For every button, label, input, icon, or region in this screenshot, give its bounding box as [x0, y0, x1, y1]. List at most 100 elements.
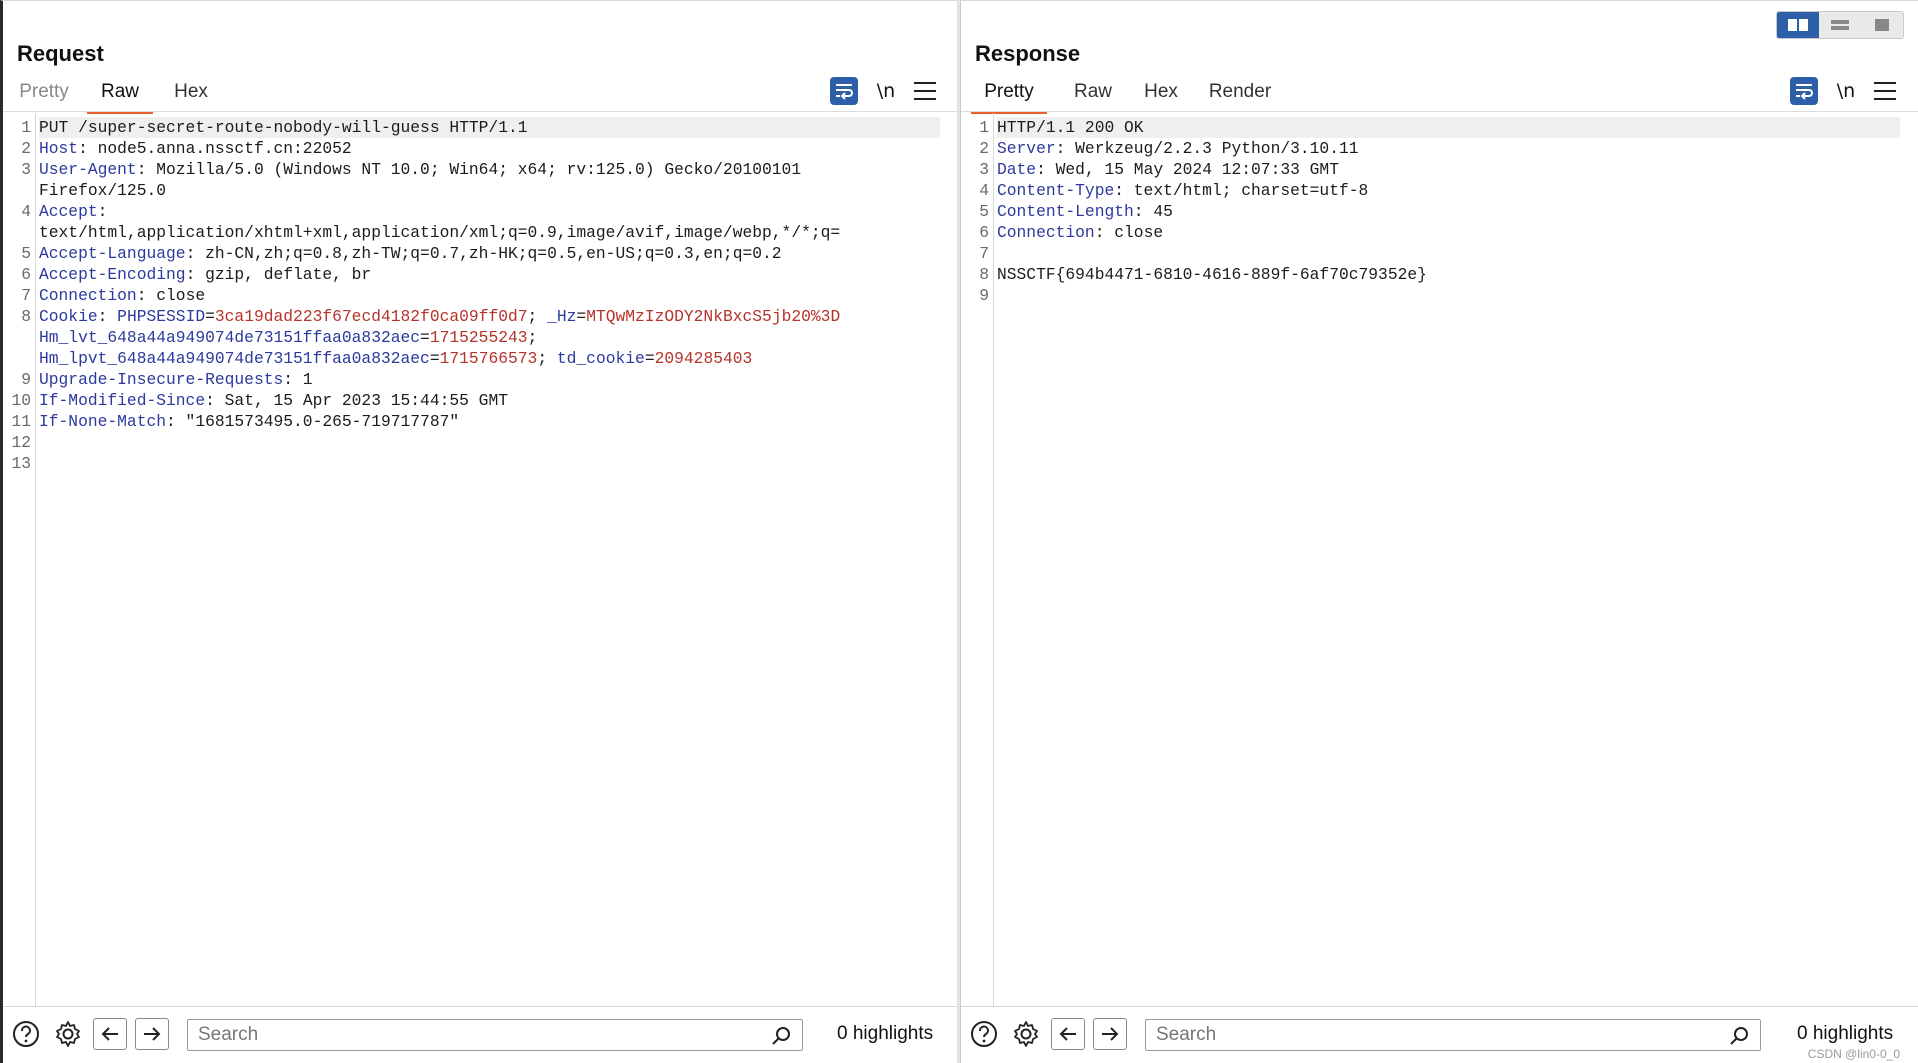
request-tab-pretty[interactable]: Pretty [13, 77, 75, 111]
hamburger-menu-icon[interactable] [914, 82, 936, 100]
line-number [3, 348, 39, 369]
line-number: 13 [11, 454, 31, 473]
help-icon[interactable] [11, 1019, 41, 1049]
code-line: 1 PUT /super-secret-route-nobody-will-gue… [3, 117, 940, 138]
request-search-bar: 0 highlights [3, 1006, 958, 1063]
code-line: Hm_lpvt_648a44a949074de73151ffaa0a832aec… [3, 348, 940, 369]
request-lines: 1 PUT /super-secret-route-nobody-will-gue… [3, 117, 940, 474]
header-name: PHPSESSID [117, 307, 206, 326]
line-text: If-Modified-Since: Sat, 15 Apr 2023 15:4… [39, 390, 940, 411]
text-segment: : text/html; charset=utf-8 [1114, 181, 1369, 200]
help-icon[interactable] [969, 1019, 999, 1049]
request-title: Request [17, 41, 104, 66]
newline-icon[interactable]: \n [1832, 80, 1860, 102]
response-tab-raw[interactable]: Raw [1069, 77, 1117, 111]
text-segment: : 1 [283, 370, 313, 389]
arrow-right-icon[interactable] [135, 1018, 169, 1050]
request-tab-raw[interactable]: Raw [87, 77, 153, 114]
line-number: 8 [979, 265, 989, 284]
line-text: Connection: close [39, 285, 940, 306]
header-name: Content-Type [997, 181, 1115, 200]
header-name: If-Modified-Since [39, 391, 206, 410]
text-segment: : Mozilla/5.0 (Windows NT 10.0; Win64; x… [136, 160, 802, 179]
line-text: NSSCTF{694b4471-6810-4616-889f-6af70c793… [997, 264, 1900, 285]
cookie-value: 2094285403 [654, 349, 753, 368]
line-number: 1 [979, 118, 989, 137]
line-text: Cookie: PHPSESSID=3ca19dad223f67ecd4182f… [39, 306, 940, 327]
gear-icon[interactable] [1011, 1019, 1041, 1049]
request-search-field[interactable] [187, 1019, 803, 1051]
code-line: 6 Accept-Encoding: gzip, deflate, br [3, 264, 940, 285]
arrow-left-icon[interactable] [1051, 1018, 1085, 1050]
gear-icon[interactable] [53, 1019, 83, 1049]
text-segment: = [205, 307, 215, 326]
request-tab-hex[interactable]: Hex [165, 77, 217, 111]
header-name: Content-Length [997, 202, 1134, 221]
line-text [997, 243, 1900, 264]
line-number: 10 [11, 391, 31, 410]
response-editor[interactable]: 1 HTTP/1.1 200 OK 2 Server: Werkzeug/2.2.3 … [961, 113, 1918, 1007]
text-segment: text/html,application/xhtml+xml,applicat… [39, 223, 841, 242]
text-segment: : "1681573495.0-265-719717787" [166, 412, 460, 431]
text-segment: : 45 [1133, 202, 1173, 221]
header-name: If-None-Match [39, 412, 167, 431]
newline-icon[interactable]: \n [872, 80, 900, 102]
line-number: 12 [11, 433, 31, 452]
word-wrap-icon[interactable] [830, 77, 858, 105]
stacked-layout-icon[interactable] [1819, 12, 1861, 38]
response-tab-render[interactable]: Render [1205, 77, 1275, 111]
watermark: CSDN @lin0-0_0 [1807, 1047, 1900, 1061]
line-number: 2 [21, 139, 31, 158]
text-segment: : [97, 202, 108, 221]
response-tab-pretty[interactable]: Pretty [971, 77, 1047, 114]
line-number: 3 [979, 160, 989, 179]
header-name: Hm_lpvt_648a44a949074de73151ffaa0a832aec [39, 349, 430, 368]
line-text: Date: Wed, 15 May 2024 12:07:33 GMT [997, 159, 1900, 180]
search-icon[interactable] [770, 1025, 792, 1052]
word-wrap-icon[interactable] [1790, 77, 1818, 105]
text-segment: Firefox/125.0 [39, 181, 167, 200]
header-name: Hm_lvt_648a44a949074de73151ffaa0a832aec [39, 328, 421, 347]
hamburger-menu-icon[interactable] [1874, 82, 1896, 100]
code-line: 12 [3, 432, 940, 453]
line-text [997, 285, 1900, 306]
line-number: 6 [21, 265, 31, 284]
line-text: Hm_lvt_648a44a949074de73151ffaa0a832aec=… [39, 327, 940, 348]
code-line: 11 If-None-Match: "1681573495.0-265-71971… [3, 411, 940, 432]
code-line: 5 Content-Length: 45 [961, 201, 1900, 222]
search-icon[interactable] [1728, 1025, 1750, 1052]
code-line: 8 Cookie: PHPSESSID=3ca19dad223f67ecd4182… [3, 306, 940, 327]
line-number [3, 222, 39, 243]
code-line: 5 Accept-Language: zh-CN,zh;q=0.8,zh-TW;q… [3, 243, 940, 264]
text-segment: : close [136, 286, 206, 305]
response-search-field[interactable] [1145, 1019, 1761, 1051]
response-tab-hex[interactable]: Hex [1139, 77, 1183, 111]
header-name: Connection [39, 286, 137, 305]
request-editor-tools: \n [830, 77, 936, 105]
header-name: Accept-Language [39, 244, 186, 263]
code-line: 13 [3, 453, 940, 474]
arrow-left-icon[interactable] [93, 1018, 127, 1050]
single-pane-layout-icon[interactable] [1861, 12, 1903, 38]
header-name: td_cookie [556, 349, 645, 368]
line-text [39, 453, 940, 474]
response-search-input[interactable] [1146, 1020, 1760, 1050]
request-tabs: Pretty Raw Hex [13, 77, 217, 114]
text-segment: : Werkzeug/2.2.3 Python/3.10.11 [1055, 139, 1359, 158]
code-line: 10 If-Modified-Since: Sat, 15 Apr 2023 15… [3, 390, 940, 411]
code-line: 3 Date: Wed, 15 May 2024 12:07:33 GMT [961, 159, 1900, 180]
request-search-input[interactable] [188, 1020, 802, 1050]
side-by-side-layout-icon[interactable] [1777, 12, 1819, 38]
line-number: 5 [21, 244, 31, 263]
line-number: 7 [979, 244, 989, 263]
header-name: Server [997, 139, 1056, 158]
request-editor[interactable]: 1 PUT /super-secret-route-nobody-will-gue… [3, 113, 958, 1007]
text-segment: = [576, 307, 587, 326]
text-segment: ; [537, 349, 557, 368]
line-number: 9 [979, 286, 989, 305]
text-segment: : Sat, 15 Apr 2023 15:44:55 GMT [205, 391, 508, 410]
line-text: Hm_lpvt_648a44a949074de73151ffaa0a832aec… [39, 348, 940, 369]
arrow-right-icon[interactable] [1093, 1018, 1127, 1050]
line-number: 11 [11, 412, 31, 431]
code-line: 7 Connection: close [3, 285, 940, 306]
